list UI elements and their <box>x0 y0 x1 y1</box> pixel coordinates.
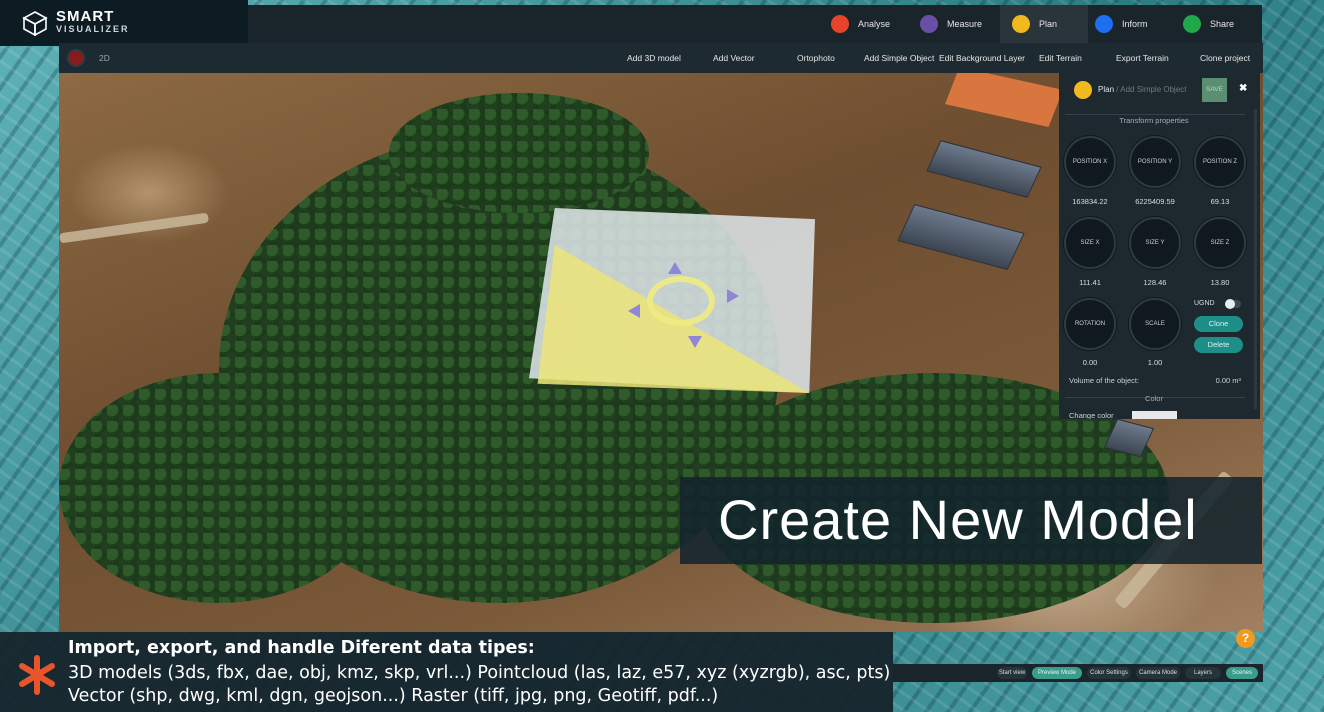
analyse-dot-icon <box>831 15 849 33</box>
volume-value: 0.00 m³ <box>1215 376 1241 385</box>
position-y-label: POSITION Y <box>1137 159 1173 165</box>
title-banner: Create New Model <box>680 477 1262 564</box>
banner-title: Create New Model <box>718 488 1198 551</box>
close-icon[interactable]: ✖ <box>1239 83 1247 94</box>
size-z-label: SIZE Z <box>1210 240 1230 246</box>
add-3d-model-button[interactable]: Add 3D model <box>627 43 681 73</box>
divider <box>1065 114 1245 115</box>
scale-knob[interactable]: SCALE <box>1129 298 1181 350</box>
record-icon[interactable] <box>67 49 85 67</box>
simple-object-model[interactable] <box>529 208 815 393</box>
edit-background-layer-button[interactable]: Edit Background Layer <box>939 43 1025 73</box>
logo-text: SMART VISUALIZER <box>56 8 130 35</box>
mode-inform-label: Inform <box>1122 19 1148 29</box>
properties-panel: Plan / Add Simple Object SAVE ✖ Transfor… <box>1059 73 1260 419</box>
position-z-knob[interactable]: POSITION Z <box>1194 136 1246 188</box>
layers-button[interactable]: Layers <box>1185 667 1221 679</box>
building-roof <box>897 204 1025 270</box>
size-x-knob[interactable]: SIZE X <box>1064 217 1116 269</box>
color-heading: Color <box>1145 394 1163 403</box>
share-dot-icon <box>1183 15 1201 33</box>
forest-area <box>389 93 649 213</box>
camera-mode-button[interactable]: Camera Mode <box>1136 667 1180 679</box>
volume-label: Volume of the object: <box>1069 376 1140 385</box>
measure-dot-icon <box>920 15 938 33</box>
plan-dot-icon <box>1074 81 1092 99</box>
mode-analyse[interactable]: Analyse <box>819 5 902 43</box>
logo-line2: VISUALIZER <box>56 24 130 34</box>
position-y-value: 6225409.59 <box>1135 197 1175 206</box>
plan-dot-icon <box>1012 15 1030 33</box>
ugnd-label: UGND <box>1194 300 1215 307</box>
ugnd-toggle[interactable] <box>1225 299 1241 309</box>
ortophoto-button[interactable]: Ortophoto <box>797 43 835 73</box>
clone-project-button[interactable]: Clone project <box>1200 43 1250 73</box>
mode-bar: Analyse Measure Plan Inform Share <box>248 5 1262 43</box>
export-terrain-button[interactable]: Export Terrain <box>1116 43 1169 73</box>
inform-dot-icon <box>1095 15 1113 33</box>
edit-terrain-button[interactable]: Edit Terrain <box>1039 43 1082 73</box>
start-view-button[interactable]: Start view <box>997 667 1027 679</box>
building-roof-orange <box>944 73 1064 128</box>
bottom-toolbar: Start view Preview Mode Color Settings C… <box>893 664 1263 682</box>
size-x-label: SIZE X <box>1080 240 1100 246</box>
size-z-value: 13.80 <box>1210 278 1230 287</box>
position-x-knob[interactable]: POSITION X <box>1064 136 1116 188</box>
scale-label: SCALE <box>1145 321 1165 327</box>
building-roof <box>926 140 1042 198</box>
mode-plan[interactable]: Plan <box>1000 5 1088 43</box>
add-vector-button[interactable]: Add Vector <box>713 43 755 73</box>
rotate-gizmo[interactable] <box>647 276 715 326</box>
add-simple-object-button[interactable]: Add Simple Object <box>864 43 934 73</box>
position-x-label: POSITION X <box>1072 159 1108 165</box>
clone-button[interactable]: Clone <box>1194 316 1243 332</box>
help-icon[interactable]: ? <box>1236 629 1255 648</box>
logo-cube-icon <box>22 11 48 36</box>
breadcrumb-current: Add Simple Object <box>1120 85 1187 94</box>
dirt-road <box>59 212 209 244</box>
mode-share-label: Share <box>1210 19 1235 29</box>
change-color-label: Change color <box>1069 411 1114 419</box>
mode-inform[interactable]: Inform <box>1083 5 1160 43</box>
rotation-knob[interactable]: ROTATION <box>1064 298 1116 350</box>
size-z-knob[interactable]: SIZE Z <box>1194 217 1246 269</box>
delete-button[interactable]: Delete <box>1194 337 1243 353</box>
position-y-knob[interactable]: POSITION Y <box>1129 136 1181 188</box>
plan-toolbar: 2D Add 3D model Add Vector Ortophoto Add… <box>59 43 1263 73</box>
save-button[interactable]: SAVE <box>1202 78 1227 102</box>
color-settings-button[interactable]: Color Settings <box>1087 667 1131 679</box>
logo-line1: SMART <box>56 8 115 25</box>
asterisk-icon <box>19 655 55 695</box>
caption-line-1: Import, export, and handle Diferent data… <box>68 638 535 658</box>
app-logo[interactable]: SMART VISUALIZER <box>0 0 248 46</box>
caption-line-2: 3D models (3ds, fbx, dae, obj, kmz, skp,… <box>68 663 891 683</box>
panel-scrollbar[interactable] <box>1254 109 1257 409</box>
position-x-value: 163834.22 <box>1072 197 1108 206</box>
mode-plan-label: Plan <box>1039 19 1058 29</box>
forest-area <box>59 373 379 603</box>
size-y-label: SIZE Y <box>1145 240 1165 246</box>
mode-measure-label: Measure <box>947 19 983 29</box>
color-swatch[interactable] <box>1132 411 1177 419</box>
volume-row: Volume of the object: 0.00 m³ <box>1069 376 1241 385</box>
size-y-value: 128.46 <box>1143 278 1167 287</box>
position-z-value: 69.13 <box>1210 197 1230 206</box>
panel-header: Plan / Add Simple Object SAVE ✖ <box>1059 73 1260 105</box>
size-x-value: 111.41 <box>1079 278 1101 287</box>
preview-mode-button[interactable]: Preview Mode <box>1032 667 1082 679</box>
rotation-value: 0.00 <box>1082 358 1098 367</box>
rotation-label: ROTATION <box>1074 321 1106 327</box>
scenes-button[interactable]: Scenes <box>1226 667 1258 679</box>
mode-share[interactable]: Share <box>1171 5 1246 43</box>
mode-measure[interactable]: Measure <box>908 5 994 43</box>
breadcrumb-plan[interactable]: Plan <box>1098 85 1114 94</box>
scale-value: 1.00 <box>1147 358 1163 367</box>
size-y-knob[interactable]: SIZE Y <box>1129 217 1181 269</box>
breadcrumb: Plan / Add Simple Object <box>1098 85 1187 94</box>
mode-analyse-label: Analyse <box>858 19 891 29</box>
caption-line-3: Vector (shp, dwg, kml, dgn, geojson...) … <box>68 686 719 706</box>
position-z-label: POSITION Z <box>1202 159 1237 165</box>
transform-properties-heading: Transform properties <box>1119 116 1189 125</box>
view-2d-toggle[interactable]: 2D <box>99 43 110 73</box>
